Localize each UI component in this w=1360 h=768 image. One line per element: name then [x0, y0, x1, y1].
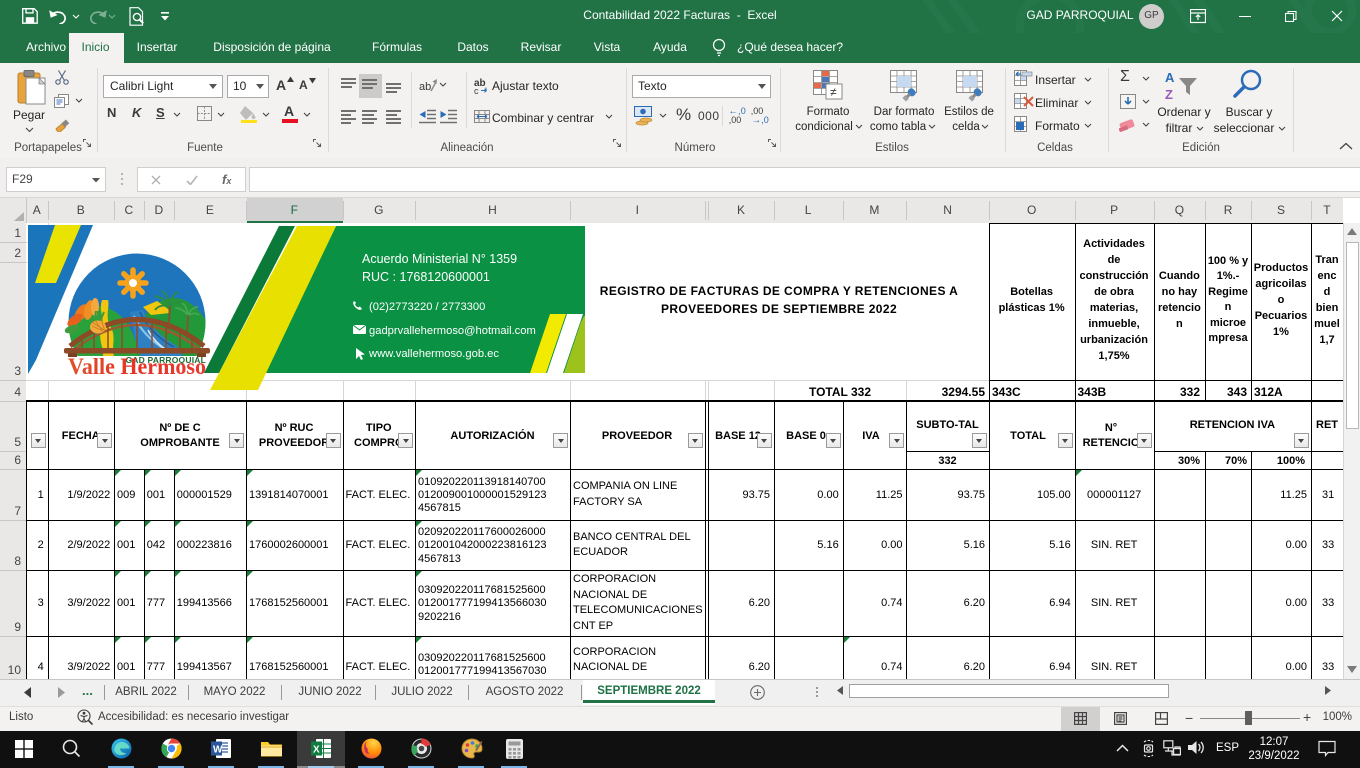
- svg-text:RUC : 1768120600001: RUC : 1768120600001: [362, 270, 490, 284]
- svg-text:(02)2773220 / 2773300: (02)2773220 / 2773300: [369, 301, 485, 313]
- svg-text:A: A: [1165, 70, 1175, 85]
- svg-text:≠: ≠: [830, 85, 837, 99]
- svg-text:Z: Z: [1165, 87, 1173, 101]
- svg-text:X: X: [313, 745, 320, 756]
- svg-text:gadprvallehermoso@hotmail.com: gadprvallehermoso@hotmail.com: [369, 325, 536, 337]
- svg-text:Valle Hermoso: Valle Hermoso: [68, 354, 206, 379]
- svg-text:Acuerdo Ministerial N° 1359: Acuerdo Ministerial N° 1359: [362, 252, 517, 266]
- svg-text:W: W: [213, 745, 223, 756]
- svg-text:www.vallehermoso.gob.ec: www.vallehermoso.gob.ec: [368, 348, 499, 360]
